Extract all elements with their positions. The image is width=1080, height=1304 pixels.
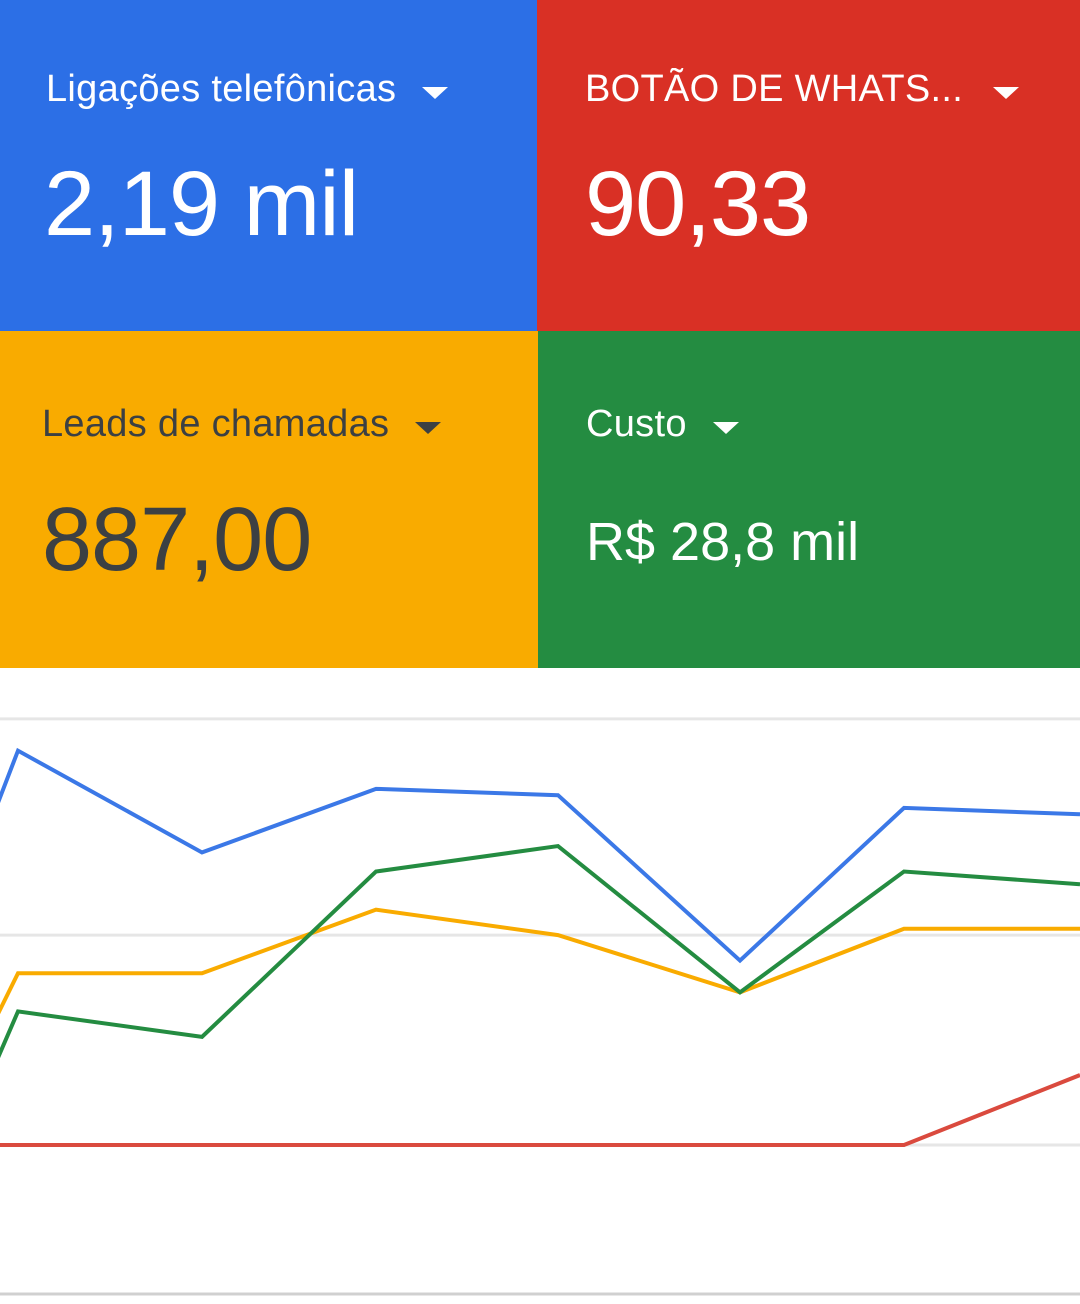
chart-series-line-2 bbox=[0, 907, 1080, 1015]
metric-value: 2,19 mil bbox=[44, 153, 359, 255]
chart-series-lines bbox=[0, 747, 1080, 1147]
metric-value: R$ 28,8 mil bbox=[586, 512, 860, 572]
scorecard-phone-calls[interactable]: Ligações telefônicas 2,19 mil bbox=[0, 0, 537, 331]
chart-series-line-4 bbox=[0, 1073, 1080, 1147]
metric-label: BOTÃO DE WHATS... bbox=[585, 68, 964, 110]
metric-label: Leads de chamadas bbox=[42, 403, 390, 445]
caret-down-icon[interactable] bbox=[415, 421, 442, 434]
metric-selector[interactable]: Custo bbox=[586, 403, 739, 446]
scorecard-whatsapp-button[interactable]: BOTÃO DE WHATS... 90,33 bbox=[537, 0, 1080, 331]
scorecard-call-leads[interactable]: Leads de chamadas 887,00 bbox=[0, 331, 538, 668]
metric-value: 90,33 bbox=[585, 153, 811, 255]
metric-value: 887,00 bbox=[42, 490, 312, 590]
caret-down-icon[interactable] bbox=[993, 86, 1019, 99]
metric-label: Custo bbox=[586, 403, 687, 445]
scorecard-cost[interactable]: Custo R$ 28,8 mil bbox=[538, 331, 1080, 668]
metric-selector[interactable]: BOTÃO DE WHATS... bbox=[585, 68, 1019, 111]
performance-line-chart bbox=[0, 717, 1080, 1296]
dashboard: Ligações telefônicas 2,19 mil BOTÃO DE W… bbox=[0, 0, 1080, 1304]
caret-down-icon[interactable] bbox=[712, 421, 739, 434]
metric-label: Ligações telefônicas bbox=[46, 68, 397, 110]
metric-selector[interactable]: Ligações telefônicas bbox=[46, 68, 449, 111]
chart-series-line-3 bbox=[0, 843, 1080, 1059]
metric-selector[interactable]: Leads de chamadas bbox=[42, 403, 442, 446]
caret-down-icon[interactable] bbox=[422, 86, 449, 99]
